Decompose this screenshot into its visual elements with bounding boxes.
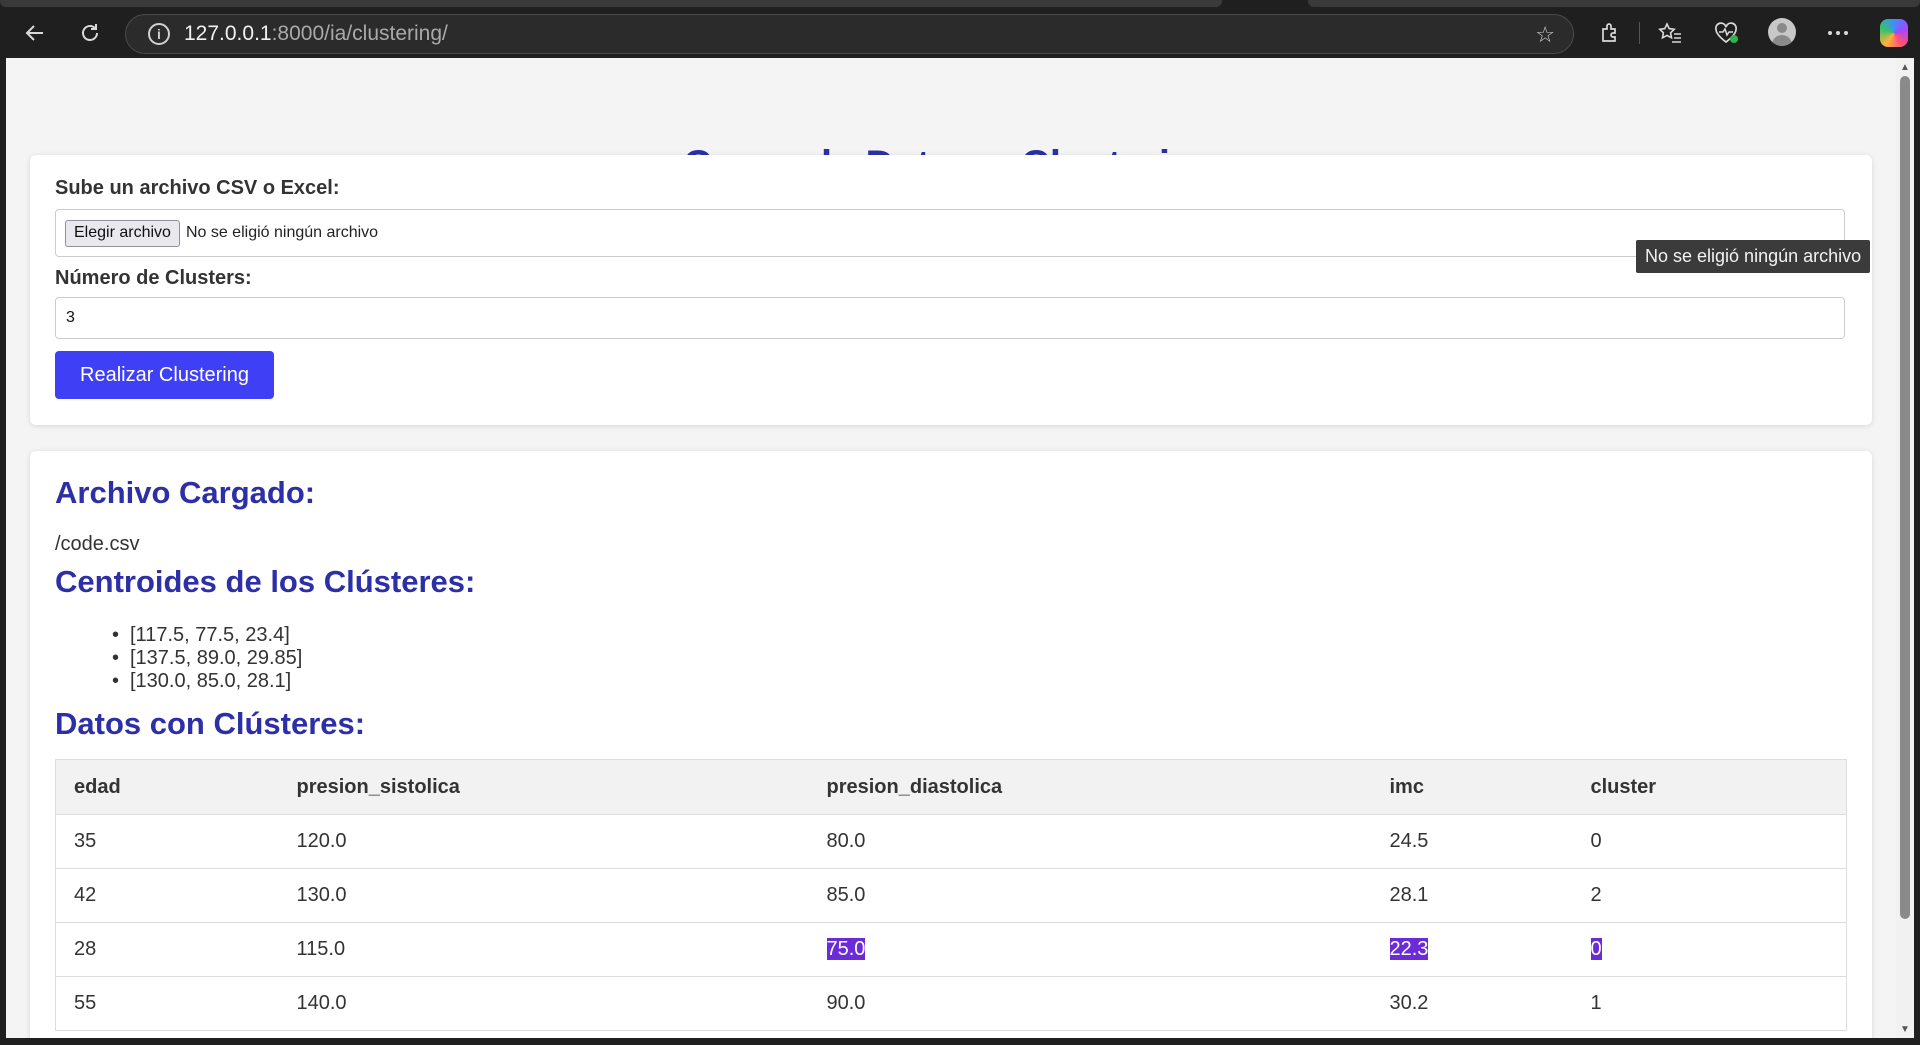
cell-presion-diastolica: 85.0 xyxy=(808,868,1372,923)
scroll-up-arrow-icon[interactable]: ▲ xyxy=(1900,62,1910,73)
cell-imc: 24.5 xyxy=(1371,814,1573,869)
file-input[interactable]: Elegir archivo No se eligió ningún archi… xyxy=(55,209,1845,257)
centroids-list: [117.5, 77.5, 23.4] [137.5, 89.0, 29.85]… xyxy=(112,624,302,693)
table-row: 42 130.0 85.0 28.1 2 xyxy=(55,868,1847,923)
cell-imc: 28.1 xyxy=(1371,868,1573,923)
cell-imc: 30.2 xyxy=(1371,976,1573,1031)
inactive-tab-edge[interactable] xyxy=(1308,0,1920,7)
scroll-down-arrow-icon[interactable]: ▼ xyxy=(1900,1024,1910,1035)
table-row: 28 115.0 75.0 22.3 0 xyxy=(55,922,1847,977)
toolbar-divider xyxy=(1639,22,1640,44)
column-header-presion-diastolica: presion_diastolica xyxy=(808,759,1372,815)
back-arrow-icon[interactable] xyxy=(18,16,52,50)
file-input-tooltip: No se eligió ningún archivo xyxy=(1636,240,1871,273)
loaded-file-heading: Archivo Cargado: xyxy=(55,475,316,510)
cell-edad: 35 xyxy=(55,814,279,869)
scrollbar-thumb[interactable] xyxy=(1900,76,1910,919)
clusters-label: Número de Clusters: xyxy=(55,267,252,289)
loaded-file-path: /code.csv xyxy=(55,533,140,555)
cell-presion-sistolica: 115.0 xyxy=(278,922,809,977)
cell-cluster: 0 xyxy=(1572,922,1847,977)
cell-imc: 22.3 xyxy=(1371,922,1573,977)
url-host: 127.0.0.1 xyxy=(184,22,272,45)
file-upload-label: Sube un archivo CSV o Excel: xyxy=(55,177,340,199)
cell-cluster: 1 xyxy=(1572,976,1847,1031)
selected-text: 0 xyxy=(1590,938,1602,960)
reload-icon[interactable] xyxy=(73,16,107,50)
bookmark-star-icon[interactable]: ☆ xyxy=(1535,22,1555,48)
table-row: 35 120.0 80.0 24.5 0 xyxy=(55,814,1847,869)
selected-text: 75.0 xyxy=(826,938,866,960)
cell-edad: 55 xyxy=(55,976,279,1031)
cell-presion-diastolica: 75.0 xyxy=(808,922,1372,977)
active-tab-edge[interactable] xyxy=(0,0,1222,7)
column-header-cluster: cluster xyxy=(1572,759,1847,815)
clusters-number-input[interactable]: 3 xyxy=(55,297,1845,339)
profile-avatar-icon[interactable] xyxy=(1768,18,1796,46)
centroid-item: [137.5, 89.0, 29.85] xyxy=(112,647,302,670)
cell-edad: 28 xyxy=(55,922,279,977)
column-header-imc: imc xyxy=(1371,759,1573,815)
results-card: Archivo Cargado: /code.csv Centroides de… xyxy=(30,451,1872,1038)
cell-presion-sistolica: 140.0 xyxy=(278,976,809,1031)
favorites-icon[interactable] xyxy=(1653,16,1687,50)
column-header-presion-sistolica: presion_sistolica xyxy=(278,759,809,815)
choose-file-button[interactable]: Elegir archivo xyxy=(65,219,180,247)
run-clustering-button[interactable]: Realizar Clustering xyxy=(55,351,274,399)
centroids-heading: Centroides de los Clústeres: xyxy=(55,564,476,599)
more-menu-icon[interactable] xyxy=(1821,16,1855,50)
cell-presion-sistolica: 120.0 xyxy=(278,814,809,869)
url-path: :8000/ia/clustering/ xyxy=(271,22,448,45)
centroid-item: [130.0, 85.0, 28.1] xyxy=(112,670,302,693)
table-row: 55 140.0 90.0 30.2 1 xyxy=(55,976,1847,1031)
cell-presion-diastolica: 80.0 xyxy=(808,814,1372,869)
clustered-data-table: edad presion_sistolica presion_diastolic… xyxy=(55,759,1847,1031)
browser-essentials-icon[interactable] xyxy=(1709,16,1743,50)
cell-cluster: 2 xyxy=(1572,868,1847,923)
data-table-heading: Datos con Clústeres: xyxy=(55,706,366,741)
copilot-icon[interactable] xyxy=(1880,19,1908,47)
cell-edad: 42 xyxy=(55,868,279,923)
selected-text: 22.3 xyxy=(1389,938,1429,960)
page-viewport: Carga de Datos y Clustering Sube un arch… xyxy=(6,58,1896,1038)
column-header-edad: edad xyxy=(55,759,279,815)
centroid-item: [117.5, 77.5, 23.4] xyxy=(112,624,302,647)
cell-presion-sistolica: 130.0 xyxy=(278,868,809,923)
file-status-text: No se eligió ningún archivo xyxy=(185,224,379,241)
cell-presion-diastolica: 90.0 xyxy=(808,976,1372,1031)
site-info-icon[interactable]: i xyxy=(148,23,170,45)
table-header-row: edad presion_sistolica presion_diastolic… xyxy=(55,759,1847,815)
cell-cluster: 0 xyxy=(1572,814,1847,869)
address-bar[interactable]: i 127.0.0.1:8000/ia/clustering/ ☆ xyxy=(125,14,1574,54)
extensions-icon[interactable] xyxy=(1592,16,1626,50)
upload-form-card: Sube un archivo CSV o Excel: Elegir arch… xyxy=(30,155,1872,425)
